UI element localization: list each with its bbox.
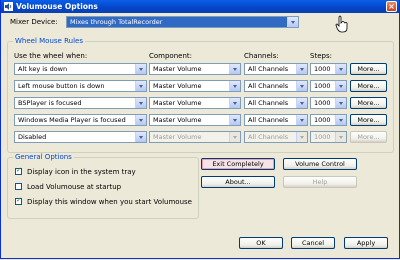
mixer-device-label: Mixer Device: (10, 18, 58, 26)
rule-3-more-button[interactable]: More... (350, 97, 387, 109)
rule-4-steps-select[interactable]: 1000 (310, 114, 347, 126)
title-bar[interactable]: Volumouse Options × (1, 0, 399, 13)
option-show-window-label: Display this window when you start Volum… (27, 198, 192, 206)
close-button[interactable]: × (386, 1, 397, 12)
rule-3-when-select[interactable]: BSPlayer is focused (14, 97, 147, 109)
rule-2-when-value: Left mouse button is down (18, 82, 105, 90)
chevron-down-icon[interactable] (335, 115, 346, 125)
apply-button[interactable]: Apply (344, 237, 388, 249)
header-steps: Steps: (310, 52, 332, 60)
rule-4-when-value: Windows Media Player is focused (18, 116, 126, 124)
chevron-down-icon[interactable] (296, 115, 307, 125)
chevron-down-icon[interactable] (135, 64, 146, 74)
rule-2-component-select[interactable]: Master Volume (149, 80, 241, 92)
rule-1-steps-value: 1000 (314, 65, 331, 73)
window-title: Volumouse Options (16, 2, 98, 11)
option-startup-checkbox[interactable] (15, 183, 22, 190)
chevron-down-icon[interactable] (135, 81, 146, 91)
rule-1-steps-select[interactable]: 1000 (310, 63, 347, 75)
rule-1-channels-value: All Channels (248, 65, 289, 73)
chevron-down-icon[interactable] (135, 115, 146, 125)
chevron-down-icon (229, 132, 240, 142)
rule-5-steps-select: 1000 (310, 131, 347, 143)
rule-3-channels-value: All Channels (248, 99, 289, 107)
rule-3-component-value: Master Volume (153, 99, 202, 107)
rule-3-when-value: BSPlayer is focused (18, 99, 82, 107)
rule-5-when-select[interactable]: Disabled (14, 131, 147, 143)
general-options-title: General Options (13, 153, 74, 161)
rule-1-when-value: Alt key is down (18, 65, 68, 73)
rule-3-steps-value: 1000 (314, 99, 331, 107)
chevron-down-icon[interactable] (135, 132, 146, 142)
option-tray-label: Display icon in the system tray (27, 168, 136, 176)
rule-3-channels-select[interactable]: All Channels (244, 97, 308, 109)
volume-control-button[interactable]: Volume Control (283, 158, 357, 170)
chevron-down-icon[interactable] (296, 98, 307, 108)
option-show-window-checkbox[interactable]: ✓ (15, 196, 22, 205)
checkmark-icon: ✓ (16, 196, 22, 204)
options-dialog: Volumouse Options × Mixer Device: Mixes … (0, 0, 400, 259)
rule-5-component-value: Master Volume (153, 133, 202, 141)
cancel-button[interactable]: Cancel (291, 237, 335, 249)
rule-3-component-select[interactable]: Master Volume (149, 97, 241, 109)
rule-2-more-button[interactable]: More... (350, 80, 387, 92)
rule-1-component-value: Master Volume (153, 65, 202, 73)
hand-cursor-icon (335, 15, 348, 33)
exit-completely-button[interactable]: Exit Completely (201, 158, 275, 170)
rule-2-channels-value: All Channels (248, 82, 289, 90)
rule-5-channels-value: All Channels (248, 133, 289, 141)
rule-2-component-value: Master Volume (153, 82, 202, 90)
chevron-down-icon[interactable] (229, 115, 240, 125)
rule-4-steps-value: 1000 (314, 116, 331, 124)
rule-2-when-select[interactable]: Left mouse button is down (14, 80, 147, 92)
chevron-down-icon (296, 132, 307, 142)
rule-1-channels-select[interactable]: All Channels (244, 63, 308, 75)
about-button[interactable]: About... (201, 176, 275, 188)
wheel-mouse-rules-title: Wheel Mouse Rules (13, 37, 85, 45)
mixer-device-select[interactable]: Mixes through TotalRecorder (66, 16, 299, 28)
rule-5-steps-value: 1000 (314, 133, 331, 141)
ok-button[interactable]: OK (239, 237, 283, 249)
rule-1-when-select[interactable]: Alt key is down (14, 63, 147, 75)
option-tray-checkbox[interactable]: ✓ (15, 166, 22, 175)
chevron-down-icon[interactable] (335, 64, 346, 74)
rule-2-steps-value: 1000 (314, 82, 331, 90)
rule-5-when-value: Disabled (18, 133, 47, 141)
chevron-down-icon[interactable] (229, 64, 240, 74)
option-startup-label: Load Volumouse at startup (27, 183, 122, 191)
mixer-device-value: Mixes through TotalRecorder (70, 18, 163, 26)
rule-1-more-button[interactable]: More... (350, 63, 387, 75)
header-channels: Channels: (244, 52, 279, 60)
rule-4-component-value: Master Volume (153, 116, 202, 124)
rule-2-channels-select[interactable]: All Channels (244, 80, 308, 92)
chevron-down-icon[interactable] (335, 98, 346, 108)
rule-3-steps-select[interactable]: 1000 (310, 97, 347, 109)
rule-5-channels-select: All Channels (244, 131, 308, 143)
chevron-down-icon[interactable] (135, 98, 146, 108)
rule-4-component-select[interactable]: Master Volume (149, 114, 241, 126)
help-button: Help (283, 176, 357, 188)
chevron-down-icon[interactable] (287, 17, 298, 27)
chevron-down-icon[interactable] (296, 81, 307, 91)
rule-4-channels-select[interactable]: All Channels (244, 114, 308, 126)
chevron-down-icon[interactable] (335, 81, 346, 91)
rule-2-steps-select[interactable]: 1000 (310, 80, 347, 92)
chevron-down-icon (335, 132, 346, 142)
speaker-icon (4, 2, 13, 11)
chevron-down-icon[interactable] (229, 98, 240, 108)
checkmark-icon: ✓ (16, 166, 22, 174)
rule-4-channels-value: All Channels (248, 116, 289, 124)
header-component: Component: (149, 52, 192, 60)
header-use-when: Use the wheel when: (14, 52, 88, 60)
rule-5-more-button: More... (350, 131, 387, 143)
rule-1-component-select[interactable]: Master Volume (149, 63, 241, 75)
chevron-down-icon[interactable] (229, 81, 240, 91)
chevron-down-icon[interactable] (296, 64, 307, 74)
rule-5-component-select: Master Volume (149, 131, 241, 143)
close-icon: × (388, 2, 395, 11)
rule-4-more-button[interactable]: More... (350, 114, 387, 126)
rule-4-when-select[interactable]: Windows Media Player is focused (14, 114, 147, 126)
